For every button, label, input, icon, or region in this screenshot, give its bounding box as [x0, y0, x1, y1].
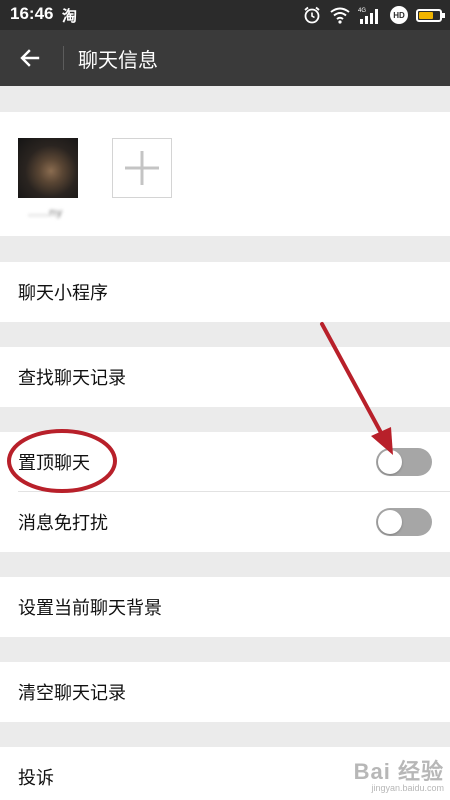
row-mute-notifications: 消息免打扰	[0, 492, 450, 552]
battery-level	[419, 11, 433, 19]
row-chat-mini-programs[interactable]: 聊天小程序	[0, 262, 450, 322]
add-member-button[interactable]	[112, 138, 172, 198]
chat-members-section: ......ny	[0, 112, 450, 236]
watermark-url: jingyan.baidu.com	[371, 783, 444, 794]
baidu-watermark: Bai 经验 jingyan.baidu.com	[353, 758, 444, 794]
row-label-report: 投诉	[18, 768, 54, 789]
wifi-icon	[330, 6, 350, 24]
app-bar-divider	[63, 46, 64, 70]
watermark-brand: Bai 经验	[353, 758, 444, 784]
row-pin-chat: 置顶聊天	[0, 432, 450, 492]
row-label-pin-chat: 置顶聊天	[18, 453, 90, 474]
back-button[interactable]	[12, 42, 48, 74]
alarm-icon	[302, 5, 322, 25]
status-time: 16:46	[10, 4, 54, 23]
battery-icon	[416, 8, 445, 22]
member-avatar[interactable]	[18, 138, 78, 198]
member-name: ......ny	[28, 206, 63, 219]
row-set-chat-background[interactable]: 设置当前聊天背景	[0, 577, 450, 637]
signal-icon: 4G	[358, 5, 382, 25]
status-bar: 16:46 淘 4G HD	[0, 0, 450, 30]
back-arrow-icon	[20, 49, 40, 67]
toggle-knob	[378, 510, 402, 534]
network-type: 4G	[358, 8, 366, 14]
status-icons: 4G HD	[302, 4, 445, 26]
app-bar: 聊天信息	[0, 30, 450, 86]
page-title: 聊天信息	[78, 48, 158, 72]
pin-chat-toggle[interactable]	[376, 448, 432, 476]
taobao-notification-icon: 淘	[62, 7, 78, 25]
row-clear-chat-history[interactable]: 清空聊天记录	[0, 662, 450, 722]
row-label-search-history: 查找聊天记录	[18, 368, 126, 389]
row-label-mini-programs: 聊天小程序	[18, 283, 108, 304]
toggle-knob	[378, 450, 402, 474]
plus-icon	[125, 151, 159, 185]
row-label-set-background: 设置当前聊天背景	[18, 598, 162, 619]
hd-icon: HD	[390, 6, 408, 24]
row-label-mute: 消息免打扰	[18, 513, 108, 534]
row-search-chat-history[interactable]: 查找聊天记录	[0, 347, 450, 407]
row-label-clear-history: 清空聊天记录	[18, 683, 126, 704]
mute-toggle[interactable]	[376, 508, 432, 536]
